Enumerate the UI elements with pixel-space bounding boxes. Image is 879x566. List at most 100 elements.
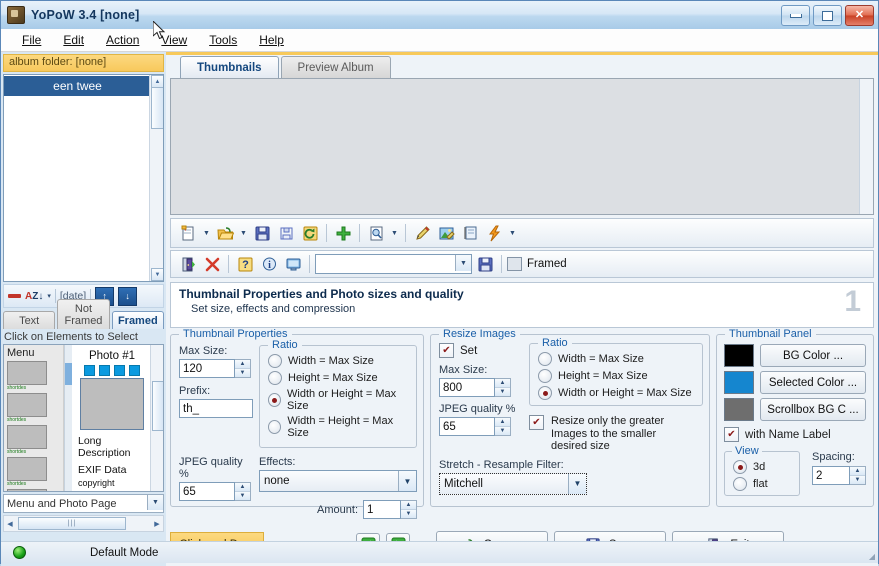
- stepper-up-icon[interactable]: ▲: [850, 467, 865, 476]
- album-list-scrollbar[interactable]: ▲ ▼: [149, 75, 163, 281]
- menu-item-file[interactable]: File: [11, 31, 52, 49]
- help-icon[interactable]: ?: [234, 253, 256, 275]
- preview-thumb-slot[interactable]: [7, 393, 47, 417]
- thumb-ratio-option-height[interactable]: Height = Max Size: [268, 371, 410, 385]
- thumbnails-panel[interactable]: [170, 78, 874, 215]
- scrollbar-thumb[interactable]: |||: [18, 517, 126, 530]
- scrollbox-bg-color-swatch[interactable]: [724, 398, 754, 421]
- with-name-label-checkbox[interactable]: with Name Label: [724, 427, 866, 442]
- radio-icon-selected[interactable]: [538, 386, 552, 400]
- preview-scrollbar[interactable]: [150, 345, 163, 491]
- preview-photo-placeholder[interactable]: [80, 378, 144, 430]
- edit-pencil-icon[interactable]: [411, 222, 433, 244]
- add-icon[interactable]: [332, 222, 354, 244]
- scrollbar-thumb[interactable]: [65, 363, 72, 385]
- stepper-up-icon[interactable]: ▲: [235, 360, 250, 369]
- menu-item-edit[interactable]: Edit: [52, 31, 95, 49]
- edit-image-icon[interactable]: [435, 222, 457, 244]
- preview-page-icon[interactable]: [365, 222, 387, 244]
- sidebar-tab-text[interactable]: Text: [3, 311, 56, 329]
- thumb-max-size-input[interactable]: [179, 359, 235, 378]
- preview-thumb-slot[interactable]: [7, 425, 47, 449]
- resize-grip-icon[interactable]: ◢: [869, 552, 875, 561]
- checkbox-icon-checked[interactable]: [439, 343, 454, 358]
- scrollbar-thumb[interactable]: [152, 381, 163, 431]
- new-document-icon[interactable]: [177, 222, 199, 244]
- radio-icon-selected[interactable]: [733, 460, 747, 474]
- selected-color-button[interactable]: Selected Color ...: [760, 371, 866, 394]
- chevron-down-icon[interactable]: ▼: [455, 255, 471, 271]
- preview-copyright[interactable]: copyright: [78, 478, 146, 488]
- resize-ratio-option-height[interactable]: Height = Max Size: [538, 369, 696, 383]
- move-down-button[interactable]: ↓: [118, 286, 138, 306]
- preview-menu-scrollbar[interactable]: [64, 345, 72, 491]
- save-icon[interactable]: [251, 222, 273, 244]
- maximize-button[interactable]: [813, 5, 842, 26]
- menu-item-view[interactable]: View: [150, 31, 198, 49]
- menu-item-action[interactable]: Action: [95, 31, 150, 49]
- stepper-buttons[interactable]: ▲ ▼: [495, 378, 511, 397]
- checkbox-icon-checked[interactable]: [724, 427, 739, 442]
- page-select-combo[interactable]: Menu and Photo Page ▼: [3, 494, 164, 513]
- thumbnails-scrollbar[interactable]: [859, 79, 873, 214]
- minimize-button[interactable]: [781, 5, 810, 26]
- resample-filter-combo[interactable]: Mitchell ▼: [439, 472, 587, 495]
- remove-album-icon[interactable]: [8, 294, 21, 298]
- page-icon[interactable]: [459, 222, 481, 244]
- info-icon[interactable]: i: [258, 253, 280, 275]
- marker-square[interactable]: [114, 365, 125, 376]
- quick-action-dropdown[interactable]: ▼: [507, 222, 518, 244]
- menu-item-help[interactable]: Help: [248, 31, 295, 49]
- stepper-buttons[interactable]: ▲ ▼: [495, 417, 511, 436]
- album-list-item[interactable]: een twee: [4, 76, 151, 96]
- thumb-prefix-input[interactable]: [179, 399, 253, 418]
- monitor-icon[interactable]: [282, 253, 304, 275]
- close-button[interactable]: ✕: [845, 5, 874, 26]
- stepper-down-icon[interactable]: ▼: [850, 476, 865, 484]
- sidebar-tab-not-framed[interactable]: Not Framed: [57, 299, 110, 329]
- resize-set-checkbox[interactable]: Set: [439, 343, 523, 358]
- scrollbox-bg-color-button[interactable]: Scrollbox BG C ...: [760, 398, 866, 421]
- thumb-ratio-option-width-or-height[interactable]: Width or Height = Max Size: [268, 388, 410, 412]
- radio-icon-selected[interactable]: [268, 393, 282, 407]
- preview-thumb-slot[interactable]: [7, 457, 47, 481]
- radio-icon[interactable]: [268, 371, 282, 385]
- thumb-amount-stepper[interactable]: ▲▼: [363, 500, 417, 519]
- preview-horizontal-scrollbar[interactable]: ◀ ||| ▶: [3, 515, 164, 532]
- sidebar-tab-framed[interactable]: Framed: [111, 311, 164, 329]
- chevron-down-icon[interactable]: ▼: [398, 471, 416, 491]
- element-preview-panel[interactable]: Menu shortdes shortdes shortdes shortdes…: [3, 344, 164, 492]
- refresh-icon[interactable]: [299, 222, 321, 244]
- album-list[interactable]: een twee ▲ ▼: [3, 74, 164, 282]
- chevron-down-icon[interactable]: ▼: [147, 495, 163, 510]
- thumb-max-size-stepper[interactable]: ▲▼: [179, 359, 253, 378]
- album-name-combo[interactable]: ▼: [315, 254, 472, 274]
- stepper-down-icon[interactable]: ▼: [235, 492, 250, 500]
- quick-action-icon[interactable]: [483, 222, 505, 244]
- radio-icon[interactable]: [538, 352, 552, 366]
- preview-photo-title[interactable]: Photo #1: [78, 350, 146, 362]
- stepper-down-icon[interactable]: ▼: [235, 369, 250, 377]
- stepper-up-icon[interactable]: ▲: [495, 418, 510, 427]
- resize-jpeg-stepper[interactable]: ▲▼: [439, 417, 523, 436]
- preview-long-description[interactable]: Long Description: [78, 435, 146, 459]
- open-folder-dropdown[interactable]: ▼: [238, 222, 249, 244]
- save-combo-icon[interactable]: [474, 253, 496, 275]
- thumb-ratio-option-width-equals-height[interactable]: Width = Height = Max Size: [268, 415, 410, 439]
- stepper-down-icon[interactable]: ▼: [401, 510, 416, 518]
- resize-ratio-option-width-or-height[interactable]: Width or Height = Max Size: [538, 386, 696, 400]
- stepper-down-icon[interactable]: ▼: [495, 427, 510, 435]
- thumb-ratio-option-width[interactable]: Width = Max Size: [268, 354, 410, 368]
- framed-indicator[interactable]: Framed: [507, 257, 567, 271]
- scrollbar-thumb[interactable]: [151, 87, 163, 129]
- resize-only-greater-checkbox[interactable]: [529, 415, 544, 430]
- bg-color-swatch[interactable]: [724, 344, 754, 367]
- menu-item-tools[interactable]: Tools: [198, 31, 248, 49]
- stepper-down-icon[interactable]: ▼: [495, 388, 510, 396]
- resize-max-size-stepper[interactable]: ▲▼: [439, 378, 523, 397]
- spacing-input[interactable]: [812, 466, 850, 485]
- delete-x-icon[interactable]: [201, 253, 223, 275]
- stepper-buttons[interactable]: ▲ ▼: [850, 466, 866, 485]
- thumb-amount-input[interactable]: [363, 500, 401, 519]
- view-option-3d[interactable]: 3d: [733, 460, 791, 474]
